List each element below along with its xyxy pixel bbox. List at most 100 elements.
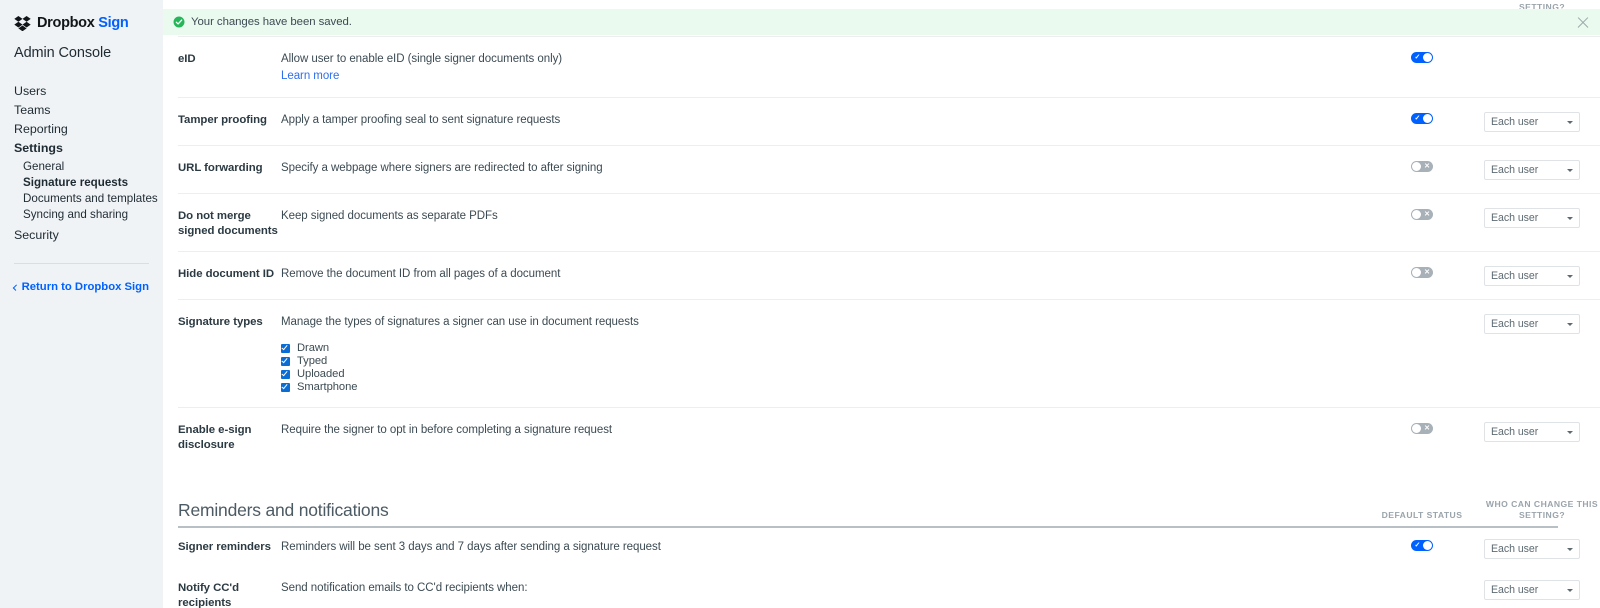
sidebar-subitem-general[interactable]: General xyxy=(14,159,149,175)
check-icon xyxy=(281,357,288,364)
logo-dropbox-text: Dropbox xyxy=(37,14,95,31)
toggle-enable-e-sign-disclosure[interactable]: ✕ xyxy=(1411,423,1433,434)
chevron-down-icon xyxy=(1567,548,1573,551)
checkbox-smartphone[interactable] xyxy=(281,383,290,392)
select-cell-signer-reminders: Each user xyxy=(1484,539,1600,559)
select-value: Each user xyxy=(1491,543,1539,555)
chevron-down-icon xyxy=(1567,169,1573,172)
checkbox-item-drawn[interactable]: Drawn xyxy=(281,342,1372,355)
who-can-change-select-do-not-merge[interactable]: Each user xyxy=(1484,208,1580,228)
setting-row-do-not-merge-signed-documents: Do not merge signed documents Keep signe… xyxy=(178,193,1600,251)
select-cell-do-not-merge: Each user xyxy=(1484,208,1600,228)
setting-description-signer-reminders: Reminders will be sent 3 days and 7 days… xyxy=(281,541,661,553)
sidebar-subitem-syncing-and-sharing[interactable]: Syncing and sharing xyxy=(14,207,149,223)
toggle-knob xyxy=(1412,424,1421,433)
who-can-change-select-signer-reminders[interactable]: Each user xyxy=(1484,539,1580,559)
reminders-and-notifications-section: Reminders and notifications DEFAULT STAT… xyxy=(178,499,1600,608)
sidebar-subitem-signature-requests[interactable]: Signature requests xyxy=(14,175,149,191)
toggle-cell-notify-ccd-empty xyxy=(1372,580,1472,581)
setting-description-text: Send notification emails to CC'd recipie… xyxy=(281,582,528,594)
setting-label-url-forwarding: URL forwarding xyxy=(178,162,263,174)
return-link-label: Return to Dropbox Sign xyxy=(21,281,149,293)
setting-row-hide-document-id: Hide document ID Remove the document ID … xyxy=(178,251,1600,299)
checkbox-typed[interactable] xyxy=(281,357,290,366)
toggle-cross-glyph: ✕ xyxy=(1424,425,1430,432)
checkbox-uploaded[interactable] xyxy=(281,370,290,379)
sidebar-item-reporting[interactable]: Reporting xyxy=(14,121,149,140)
sidebar-item-users[interactable]: Users xyxy=(14,83,149,102)
toggle-url-forwarding[interactable]: ✕ xyxy=(1411,161,1433,172)
sidebar-item-security[interactable]: Security xyxy=(14,227,149,246)
dropbox-sign-logo[interactable]: Dropbox Sign xyxy=(14,0,149,31)
setting-label-signer-reminders: Signer reminders xyxy=(178,541,271,553)
signature-types-checkbox-list: Drawn Typed Uploaded Smartphone xyxy=(281,342,1372,394)
setting-row-notify-ccd-recipients: Notify CC'd recipients Send notification… xyxy=(178,569,1600,608)
learn-more-link[interactable]: Learn more xyxy=(281,69,339,84)
select-cell-url-forwarding: Each user xyxy=(1484,160,1600,180)
chevron-down-icon xyxy=(1567,217,1573,220)
select-value: Each user xyxy=(1491,164,1539,176)
settings-content: eID Allow user to enable eID (single sig… xyxy=(163,36,1600,608)
setting-description-text: Allow user to enable eID (single signer … xyxy=(281,53,563,65)
select-cell-notify-ccd-recipients: Each user xyxy=(1484,580,1600,600)
toggle-cell-eid: ✓ xyxy=(1372,51,1472,63)
select-value: Each user xyxy=(1491,116,1539,128)
toggle-hide-document-id[interactable]: ✕ xyxy=(1411,267,1433,278)
checkbox-item-uploaded[interactable]: Uploaded xyxy=(281,368,1372,381)
select-value: Each user xyxy=(1491,270,1539,282)
toggle-cross-glyph: ✕ xyxy=(1424,163,1430,170)
section-header: Reminders and notifications DEFAULT STAT… xyxy=(178,499,1600,526)
toggle-do-not-merge-signed-documents[interactable]: ✕ xyxy=(1411,209,1433,220)
who-can-change-select-notify-ccd-recipients[interactable]: Each user xyxy=(1484,580,1580,600)
admin-console-page: Dropbox Sign Admin Console Users Teams R… xyxy=(0,0,1600,608)
setting-row-eid: eID Allow user to enable eID (single sig… xyxy=(178,36,1600,97)
setting-description-eid: Allow user to enable eID (single signer … xyxy=(281,51,1372,84)
who-can-change-select-hide-document-id[interactable]: Each user xyxy=(1484,266,1580,286)
toggle-cell-hide-document-id: ✕ xyxy=(1372,266,1472,278)
who-can-change-select-tamper-proofing[interactable]: Each user xyxy=(1484,112,1580,132)
toggle-check-glyph: ✓ xyxy=(1414,115,1421,122)
success-banner: Your changes have been saved. xyxy=(163,9,1600,35)
toggle-knob xyxy=(1412,210,1421,219)
toggle-cell-signer-reminders: ✓ xyxy=(1372,539,1472,551)
setting-row-url-forwarding: URL forwarding Specify a webpage where s… xyxy=(178,145,1600,193)
who-can-change-select-url-forwarding[interactable]: Each user xyxy=(1484,160,1580,180)
close-icon[interactable] xyxy=(1576,15,1590,29)
toggle-eid[interactable]: ✓ xyxy=(1411,52,1433,63)
sidebar-divider xyxy=(14,263,149,264)
logo-wordmark: Dropbox Sign xyxy=(37,14,129,31)
select-value: Each user xyxy=(1491,426,1539,438)
toggle-signer-reminders[interactable]: ✓ xyxy=(1411,540,1433,551)
who-can-change-header: WHO CAN CHANGE THIS SETTING? xyxy=(1485,499,1599,520)
return-to-dropbox-sign-link[interactable]: Return to Dropbox Sign xyxy=(12,281,149,293)
sidebar-subitem-documents-and-templates[interactable]: Documents and templates xyxy=(14,191,158,207)
chevron-down-icon xyxy=(1567,121,1573,124)
chevron-down-icon xyxy=(1567,275,1573,278)
toggle-knob xyxy=(1423,541,1432,550)
setting-description-do-not-merge-signed-documents: Keep signed documents as separate PDFs xyxy=(281,210,498,222)
chevron-left-icon xyxy=(12,283,19,291)
setting-description-tamper-proofing: Apply a tamper proofing seal to sent sig… xyxy=(281,114,561,126)
check-icon xyxy=(281,383,288,390)
sidebar-item-teams[interactable]: Teams xyxy=(14,102,149,121)
sidebar-nav: Users Teams Reporting Settings General S… xyxy=(14,83,158,246)
select-cell-enable-e-sign-disclosure: Each user xyxy=(1484,422,1600,442)
toggle-cell-enable-e-sign-disclosure: ✕ xyxy=(1372,422,1472,434)
setting-row-tamper-proofing: Tamper proofing Apply a tamper proofing … xyxy=(178,97,1600,145)
chevron-down-icon xyxy=(1567,323,1573,326)
admin-console-title: Admin Console xyxy=(14,45,112,61)
setting-row-signature-types: Signature types Manage the types of sign… xyxy=(178,299,1600,407)
sidebar-item-settings[interactable]: Settings xyxy=(14,140,149,159)
toggle-tamper-proofing[interactable]: ✓ xyxy=(1411,113,1433,124)
checkbox-item-smartphone[interactable]: Smartphone xyxy=(281,381,1372,394)
checkbox-drawn[interactable] xyxy=(281,344,290,353)
who-can-change-select-signature-types[interactable]: Each user xyxy=(1484,314,1580,334)
setting-label-hide-document-id: Hide document ID xyxy=(178,268,275,280)
section-column-headers: DEFAULT STATUS WHO CAN CHANGE THIS SETTI… xyxy=(1372,499,1600,521)
checkbox-item-typed[interactable]: Typed xyxy=(281,355,1372,368)
chevron-down-icon xyxy=(1567,589,1573,592)
who-can-change-select-enable-e-sign-disclosure[interactable]: Each user xyxy=(1484,422,1580,442)
checkbox-label-drawn: Drawn xyxy=(297,342,330,354)
setting-label-do-not-merge-signed-documents: Do not merge signed documents xyxy=(178,210,278,237)
setting-description-notify-ccd-recipients: Send notification emails to CC'd recipie… xyxy=(281,580,1372,608)
